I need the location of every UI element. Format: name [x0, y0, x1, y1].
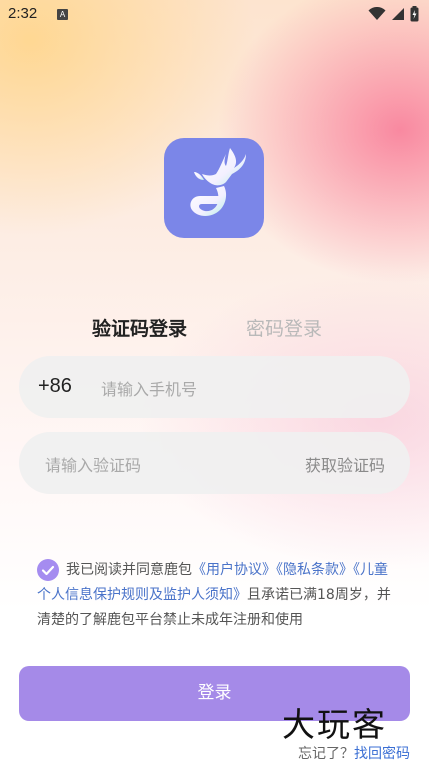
- app-logo: [164, 138, 264, 238]
- phone-input[interactable]: [99, 376, 393, 402]
- agreement-block: 我已阅读并同意鹿包《用户协议》《隐私条款》《儿童个人信息保护规则及监护人须知》且…: [37, 558, 397, 633]
- signal-icon: [392, 8, 404, 20]
- privacy-terms-link[interactable]: 《隐私条款》: [276, 562, 353, 578]
- battery-icon: [410, 6, 419, 22]
- verification-code-input[interactable]: [43, 452, 277, 478]
- phone-field: +86: [19, 356, 410, 418]
- recover-password-link[interactable]: 找回密码: [354, 746, 410, 762]
- forgot-password-row: 忘记了？找回密码: [298, 743, 410, 763]
- tab-password-login[interactable]: 密码登录: [246, 314, 322, 341]
- checkmark-icon: [41, 565, 55, 576]
- status-bar: 2:32 A: [0, 0, 429, 30]
- code-field: 获取验证码: [19, 432, 410, 494]
- agreement-checkbox[interactable]: [37, 559, 59, 581]
- login-tabs: 验证码登录 密码登录: [0, 314, 429, 344]
- agreement-text-prefix: 我已阅读并同意鹿包: [66, 562, 192, 578]
- forgot-prompt: 忘记了？: [298, 746, 354, 762]
- notification-badge-icon: A: [57, 9, 68, 20]
- system-icons: [368, 6, 419, 22]
- tab-sms-login[interactable]: 验证码登录: [92, 314, 187, 341]
- deer-logo-icon: [190, 148, 246, 216]
- agreement-text: 我已阅读并同意鹿包《用户协议》《隐私条款》《儿童个人信息保护规则及监护人须知》且…: [37, 558, 397, 633]
- country-code-selector[interactable]: +86: [38, 375, 72, 398]
- get-code-button[interactable]: 获取验证码: [305, 452, 385, 476]
- user-agreement-link[interactable]: 《用户协议》: [192, 562, 276, 578]
- status-time: 2:32: [8, 5, 38, 22]
- wifi-icon: [368, 7, 386, 20]
- watermark: 大玩客: [282, 705, 387, 744]
